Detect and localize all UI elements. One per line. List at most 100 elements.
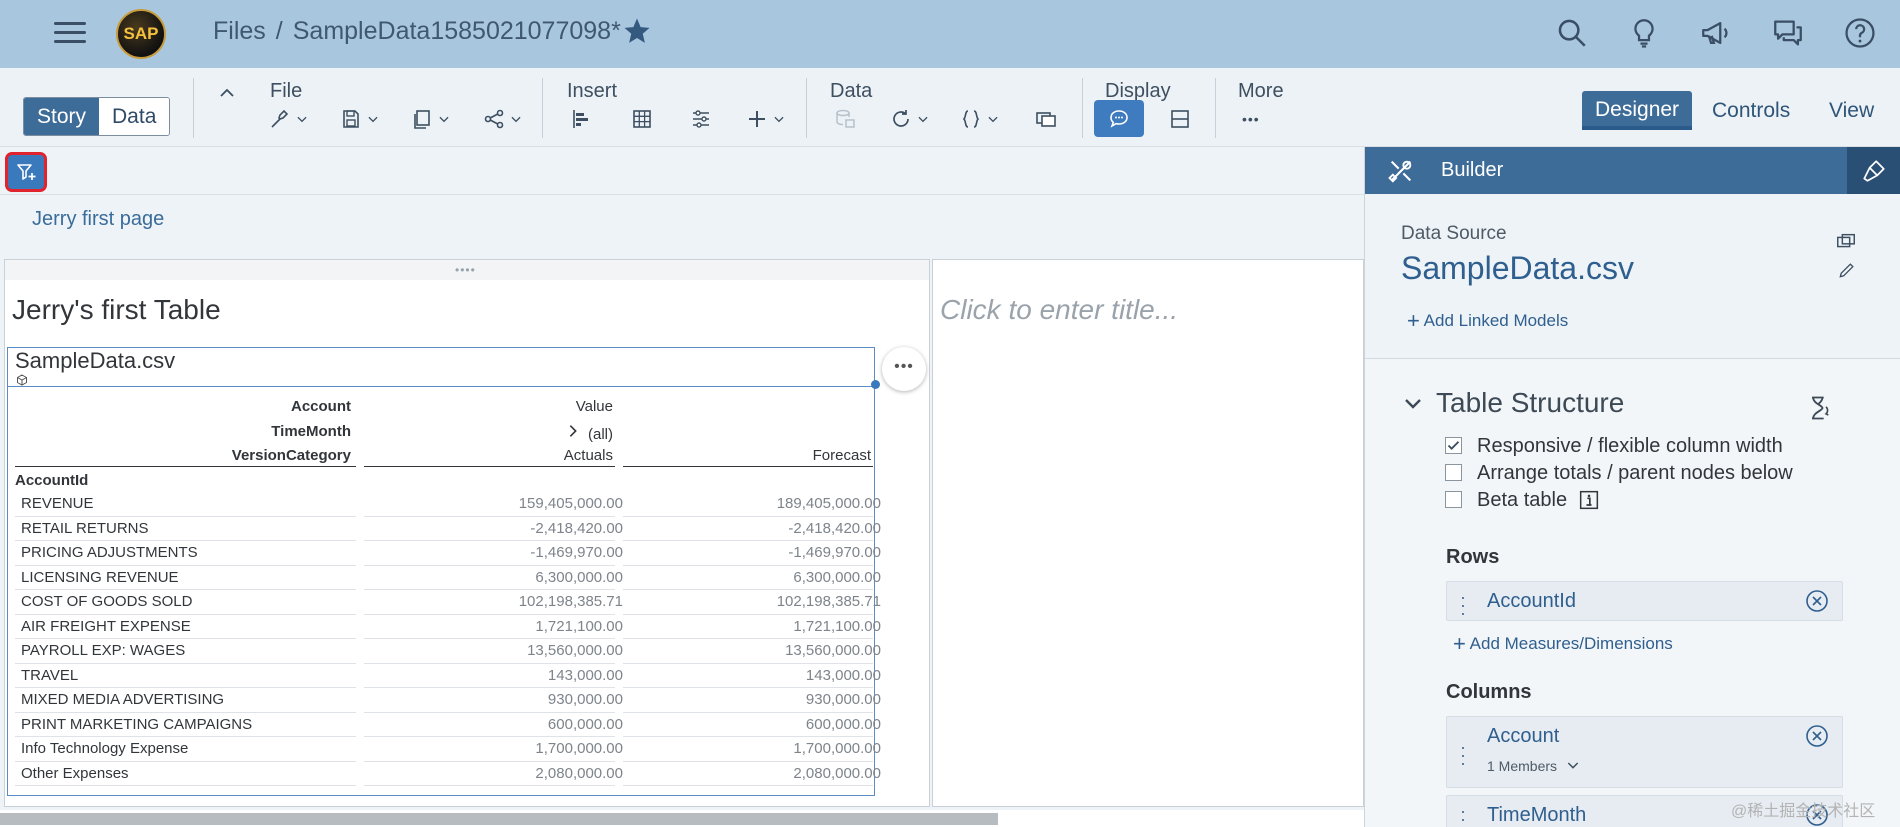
data-source-name[interactable]: SampleData.csv [1401,250,1634,287]
tab-designer[interactable]: Designer [1582,91,1693,126]
table-row[interactable]: Info Technology Expense 1,700,000.00 1,700… [15,737,881,762]
responsive-width-checkbox[interactable]: Responsive / flexible column width [1445,435,1783,458]
account-cell[interactable]: PRINT MARKETING CAMPAIGNS [21,716,362,733]
table-container[interactable]: SampleData.csv Account Value TimeMonth (… [7,347,881,796]
share-icon[interactable] [482,106,523,132]
forecast-cell[interactable]: 1,700,000.00 [632,740,881,757]
actuals-cell[interactable]: 930,000.00 [373,691,623,708]
drag-grip-icon[interactable]: · · · [1460,738,1466,772]
actuals-cell[interactable]: 1,721,100.00 [373,618,623,635]
members-filter[interactable]: 1 Members [1487,757,1581,774]
remove-circle-icon[interactable] [1805,724,1829,748]
forecast-cell[interactable]: 2,080,000.00 [632,765,881,782]
story-mode-button[interactable]: Story [24,98,100,135]
table-widget[interactable]: •••• Jerry's first Table SampleData.csv … [4,259,930,807]
table-row[interactable]: RETAIL RETURNS -2,418,420.00 -2,418,420.00 [15,517,881,541]
info-icon[interactable] [1579,490,1599,510]
collapse-section-chevron-icon[interactable] [1401,392,1425,416]
scrollbar-thumb[interactable] [0,813,998,825]
forecast-cell[interactable]: 13,560,000.00 [632,642,881,659]
comment-mode-button[interactable] [1094,100,1144,137]
add-object-icon[interactable] [745,106,786,132]
expand-chevron-icon[interactable] [565,422,581,440]
table-row[interactable]: PAYROLL EXP: WAGES 13,560,000.00 13,560,00… [15,639,881,664]
actuals-cell[interactable]: -1,469,970.00 [373,544,623,561]
account-cell[interactable]: LICENSING REVENUE [21,569,362,586]
account-cell[interactable]: MIXED MEDIA ADVERTISING [21,691,362,708]
search-icon[interactable] [1555,16,1589,50]
edit-tools-icon[interactable] [268,106,309,132]
account-cell[interactable]: PAYROLL EXP: WAGES [21,642,362,659]
resize-handle[interactable] [871,380,880,389]
insert-table-icon[interactable] [630,106,654,132]
drag-grip-icon[interactable]: · · · [1460,802,1466,827]
account-cell[interactable]: REVENUE [21,495,362,512]
actuals-cell[interactable]: 6,300,000.00 [373,569,623,586]
widget-title[interactable]: Jerry's first Table [12,294,221,326]
account-cell[interactable]: Info Technology Expense [21,740,362,757]
copy-icon[interactable] [410,106,451,132]
actuals-cell[interactable]: 159,405,000.00 [373,495,623,512]
arrange-totals-checkbox[interactable]: Arrange totals / parent nodes below [1445,462,1793,485]
tab-view[interactable]: View [1829,99,1874,123]
refresh-icon[interactable] [889,106,930,132]
actuals-cell[interactable]: -2,418,420.00 [373,520,623,537]
copy-source-icon[interactable] [1835,231,1857,253]
sap-logo[interactable]: SAP [116,9,166,59]
add-story-filter-button[interactable] [5,152,47,192]
insert-input-control-icon[interactable] [689,106,713,132]
table-row[interactable]: COST OF GOODS SOLD 102,198,385.71 102,198,… [15,590,881,615]
add-measures-dimensions-link[interactable]: + Add Measures/Dimensions [1453,631,1673,657]
breadcrumb-root[interactable]: Files [213,17,266,45]
table-row[interactable]: AIR FREIGHT EXPENSE 1,721,100.00 1,721,100… [15,615,881,639]
chat-icon[interactable] [1771,16,1805,50]
more-options-icon[interactable]: ••• [1242,106,1260,132]
account-cell[interactable]: RETAIL RETURNS [21,520,362,537]
save-icon[interactable] [339,106,380,132]
forecast-cell[interactable]: 102,198,385.71 [632,593,881,610]
actuals-cell[interactable]: 1,700,000.00 [373,740,623,757]
forecast-cell[interactable]: 1,721,100.00 [632,618,881,635]
drag-grip-icon[interactable]: · · · [1460,588,1466,622]
edit-pencil-icon[interactable] [1837,260,1857,280]
account-cell[interactable]: COST OF GOODS SOLD [21,593,362,610]
lightbulb-icon[interactable] [1627,16,1661,50]
favorite-star-icon[interactable] [622,16,652,46]
tab-controls[interactable]: Controls [1712,99,1790,123]
forecast-cell[interactable]: 143,000.00 [632,667,881,684]
collapse-toolbar-icon[interactable] [215,80,239,106]
formula-braces-icon[interactable] [959,106,1000,132]
table-row[interactable]: PRICING ADJUSTMENTS -1,469,970.00 -1,469,9… [15,541,881,566]
forecast-cell[interactable]: 930,000.00 [632,691,881,708]
table-row[interactable]: Other Expenses 2,080,000.00 2,080,000.00 [15,762,881,786]
split-view-icon[interactable] [1168,106,1192,132]
megaphone-icon[interactable] [1699,16,1733,50]
help-icon[interactable] [1843,16,1877,50]
table-row[interactable]: TRAVEL 143,000.00 143,000.00 [15,664,881,688]
forecast-cell[interactable]: 600,000.00 [632,716,881,733]
beta-table-checkbox[interactable]: Beta table [1445,489,1599,512]
add-linked-models-link[interactable]: + Add Linked Models [1407,308,1568,334]
table-row[interactable]: LICENSING REVENUE 6,300,000.00 6,300,000.0… [15,566,881,590]
row-dimension-accountid[interactable]: · · · AccountId [1446,581,1843,622]
table-row[interactable]: MIXED MEDIA ADVERTISING 930,000.00 930,000… [15,688,881,713]
actuals-cell[interactable]: 600,000.00 [373,716,623,733]
forecast-cell[interactable]: 189,405,000.00 [632,495,881,512]
account-cell[interactable]: AIR FREIGHT EXPENSE [21,618,362,635]
actuals-cell[interactable]: 2,080,000.00 [373,765,623,782]
table-row[interactable]: PRINT MARKETING CAMPAIGNS 600,000.00 600,0… [15,713,881,737]
forecast-cell[interactable]: 6,300,000.00 [632,569,881,586]
header-all[interactable]: (all) [583,426,613,443]
menu-icon[interactable] [54,18,86,48]
remove-circle-icon[interactable] [1805,589,1829,613]
account-cell[interactable]: PRICING ADJUSTMENTS [21,544,362,561]
actuals-cell[interactable]: 13,560,000.00 [373,642,623,659]
data-mode-button[interactable]: Data [99,98,170,135]
swap-axis-icon[interactable] [1805,394,1833,422]
linked-analysis-icon[interactable] [1034,106,1058,132]
account-cell[interactable]: Other Expenses [21,765,362,782]
actuals-cell[interactable]: 102,198,385.71 [373,593,623,610]
widget-title-placeholder[interactable]: Click to enter title... [940,294,1178,326]
drag-handle[interactable]: •••• [5,260,929,280]
insert-chart-icon[interactable] [569,106,593,132]
